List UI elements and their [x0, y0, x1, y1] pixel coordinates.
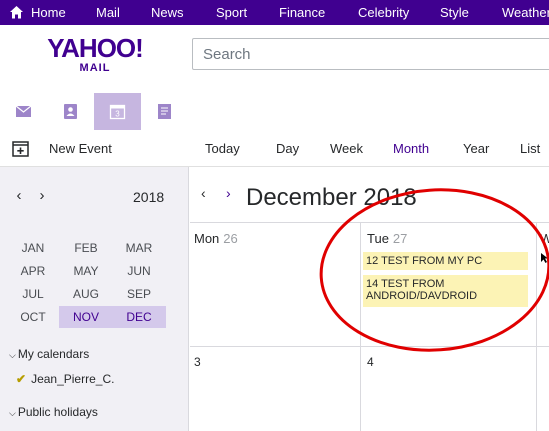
- envelope-icon: [15, 105, 32, 117]
- nav-mail[interactable]: Mail: [96, 0, 120, 25]
- my-calendars-label: My calendars: [17, 347, 90, 361]
- logo-yahoo-text: YAHOO!: [47, 33, 144, 63]
- view-week-button[interactable]: Week: [330, 141, 363, 156]
- view-year-button[interactable]: Year: [463, 141, 489, 156]
- month-dec[interactable]: DEC: [112, 306, 166, 328]
- month-calendar: ‹ › December 2018 Mon 26 Tue 27 W 12 TEST …: [190, 168, 549, 431]
- month-oct[interactable]: OCT: [6, 306, 60, 328]
- notepad-icon: [158, 104, 171, 119]
- chevron-down-icon: ⌵: [9, 350, 16, 360]
- calendar-icon: 3: [109, 104, 126, 120]
- calendar-item-label: Jean_Pierre_C.: [31, 372, 115, 386]
- month-mar[interactable]: MAR: [112, 237, 166, 259]
- add-event-icon: [12, 141, 29, 157]
- yahoo-mail-logo[interactable]: YAHOO! MAIL: [45, 34, 145, 79]
- chevron-down-icon: ⌵: [9, 408, 16, 418]
- tab-notepad[interactable]: [141, 93, 188, 130]
- cursor-pointer-icon: [541, 253, 548, 263]
- next-year-button[interactable]: ›: [35, 187, 49, 205]
- month-sep[interactable]: SEP: [112, 283, 166, 305]
- grid-row-divider: [190, 346, 549, 347]
- checkmark-icon: ✔: [16, 372, 27, 386]
- svg-text:3: 3: [115, 110, 120, 119]
- public-holidays-label: Public holidays: [17, 405, 98, 419]
- contacts-icon: [64, 104, 77, 119]
- new-event-button[interactable]: New Event: [0, 130, 189, 167]
- new-event-label: New Event: [49, 141, 112, 156]
- logo-mail-text: MAIL: [79, 62, 111, 74]
- tab-calendar[interactable]: 3: [94, 93, 141, 130]
- day-header-tue[interactable]: Tue 27: [367, 231, 407, 246]
- public-holidays-toggle[interactable]: ⌵ Public holidays: [9, 405, 98, 419]
- day-header-wed[interactable]: W: [540, 231, 549, 246]
- previous-month-button[interactable]: ‹: [201, 185, 206, 201]
- header: YAHOO! MAIL: [0, 25, 549, 85]
- next-month-button[interactable]: ›: [226, 185, 231, 201]
- month-nov[interactable]: NOV: [59, 306, 113, 328]
- mini-calendar-year: 2018: [133, 189, 165, 205]
- my-calendars-toggle[interactable]: ⌵ My calendars: [9, 347, 89, 361]
- date-cell-number[interactable]: 3: [194, 355, 201, 369]
- nav-sport[interactable]: Sport: [216, 0, 247, 25]
- previous-year-button[interactable]: ‹: [12, 187, 26, 205]
- day-header-mon[interactable]: Mon 26: [194, 231, 238, 246]
- grid-column-divider: [360, 222, 361, 431]
- calendar-item[interactable]: ✔ Jean_Pierre_C.: [16, 372, 114, 386]
- month-may[interactable]: MAY: [59, 260, 113, 282]
- calendar-event[interactable]: 14 TEST FROM ANDROID/DAVDROID: [363, 275, 528, 307]
- grid-column-divider: [536, 222, 537, 431]
- view-today-button[interactable]: Today: [205, 141, 240, 156]
- nav-home[interactable]: Home: [31, 0, 66, 25]
- tab-contacts[interactable]: [47, 93, 94, 130]
- app-switcher: 3: [0, 93, 190, 130]
- calendar-event[interactable]: 12 TEST FROM MY PC: [363, 252, 528, 270]
- nav-weather[interactable]: Weather: [502, 0, 549, 25]
- month-jan[interactable]: JAN: [6, 237, 60, 259]
- month-aug[interactable]: AUG: [59, 283, 113, 305]
- month-feb[interactable]: FEB: [59, 237, 113, 259]
- home-icon[interactable]: [9, 5, 24, 20]
- month-jun[interactable]: JUN: [112, 260, 166, 282]
- nav-celebrity[interactable]: Celebrity: [358, 0, 409, 25]
- month-jul[interactable]: JUL: [6, 283, 60, 305]
- top-navigation-bar: Home Mail News Sport Finance Celebrity S…: [0, 0, 549, 25]
- nav-finance[interactable]: Finance: [279, 0, 325, 25]
- nav-news[interactable]: News: [151, 0, 184, 25]
- grid-top-border: [190, 222, 549, 223]
- nav-style[interactable]: Style: [440, 0, 469, 25]
- view-list-button[interactable]: List: [520, 141, 540, 156]
- tab-mail[interactable]: [0, 93, 47, 130]
- calendar-toolbar: New Event Today Day Week Month Year List: [0, 130, 549, 167]
- month-apr[interactable]: APR: [6, 260, 60, 282]
- month-title: December 2018: [246, 184, 417, 211]
- view-month-button[interactable]: Month: [393, 141, 429, 156]
- date-cell-number[interactable]: 4: [367, 355, 374, 369]
- search-input[interactable]: [192, 38, 549, 70]
- view-day-button[interactable]: Day: [276, 141, 299, 156]
- sidebar: ‹ › 2018 JAN FEB MAR APR MAY JUN JUL AUG…: [0, 167, 189, 431]
